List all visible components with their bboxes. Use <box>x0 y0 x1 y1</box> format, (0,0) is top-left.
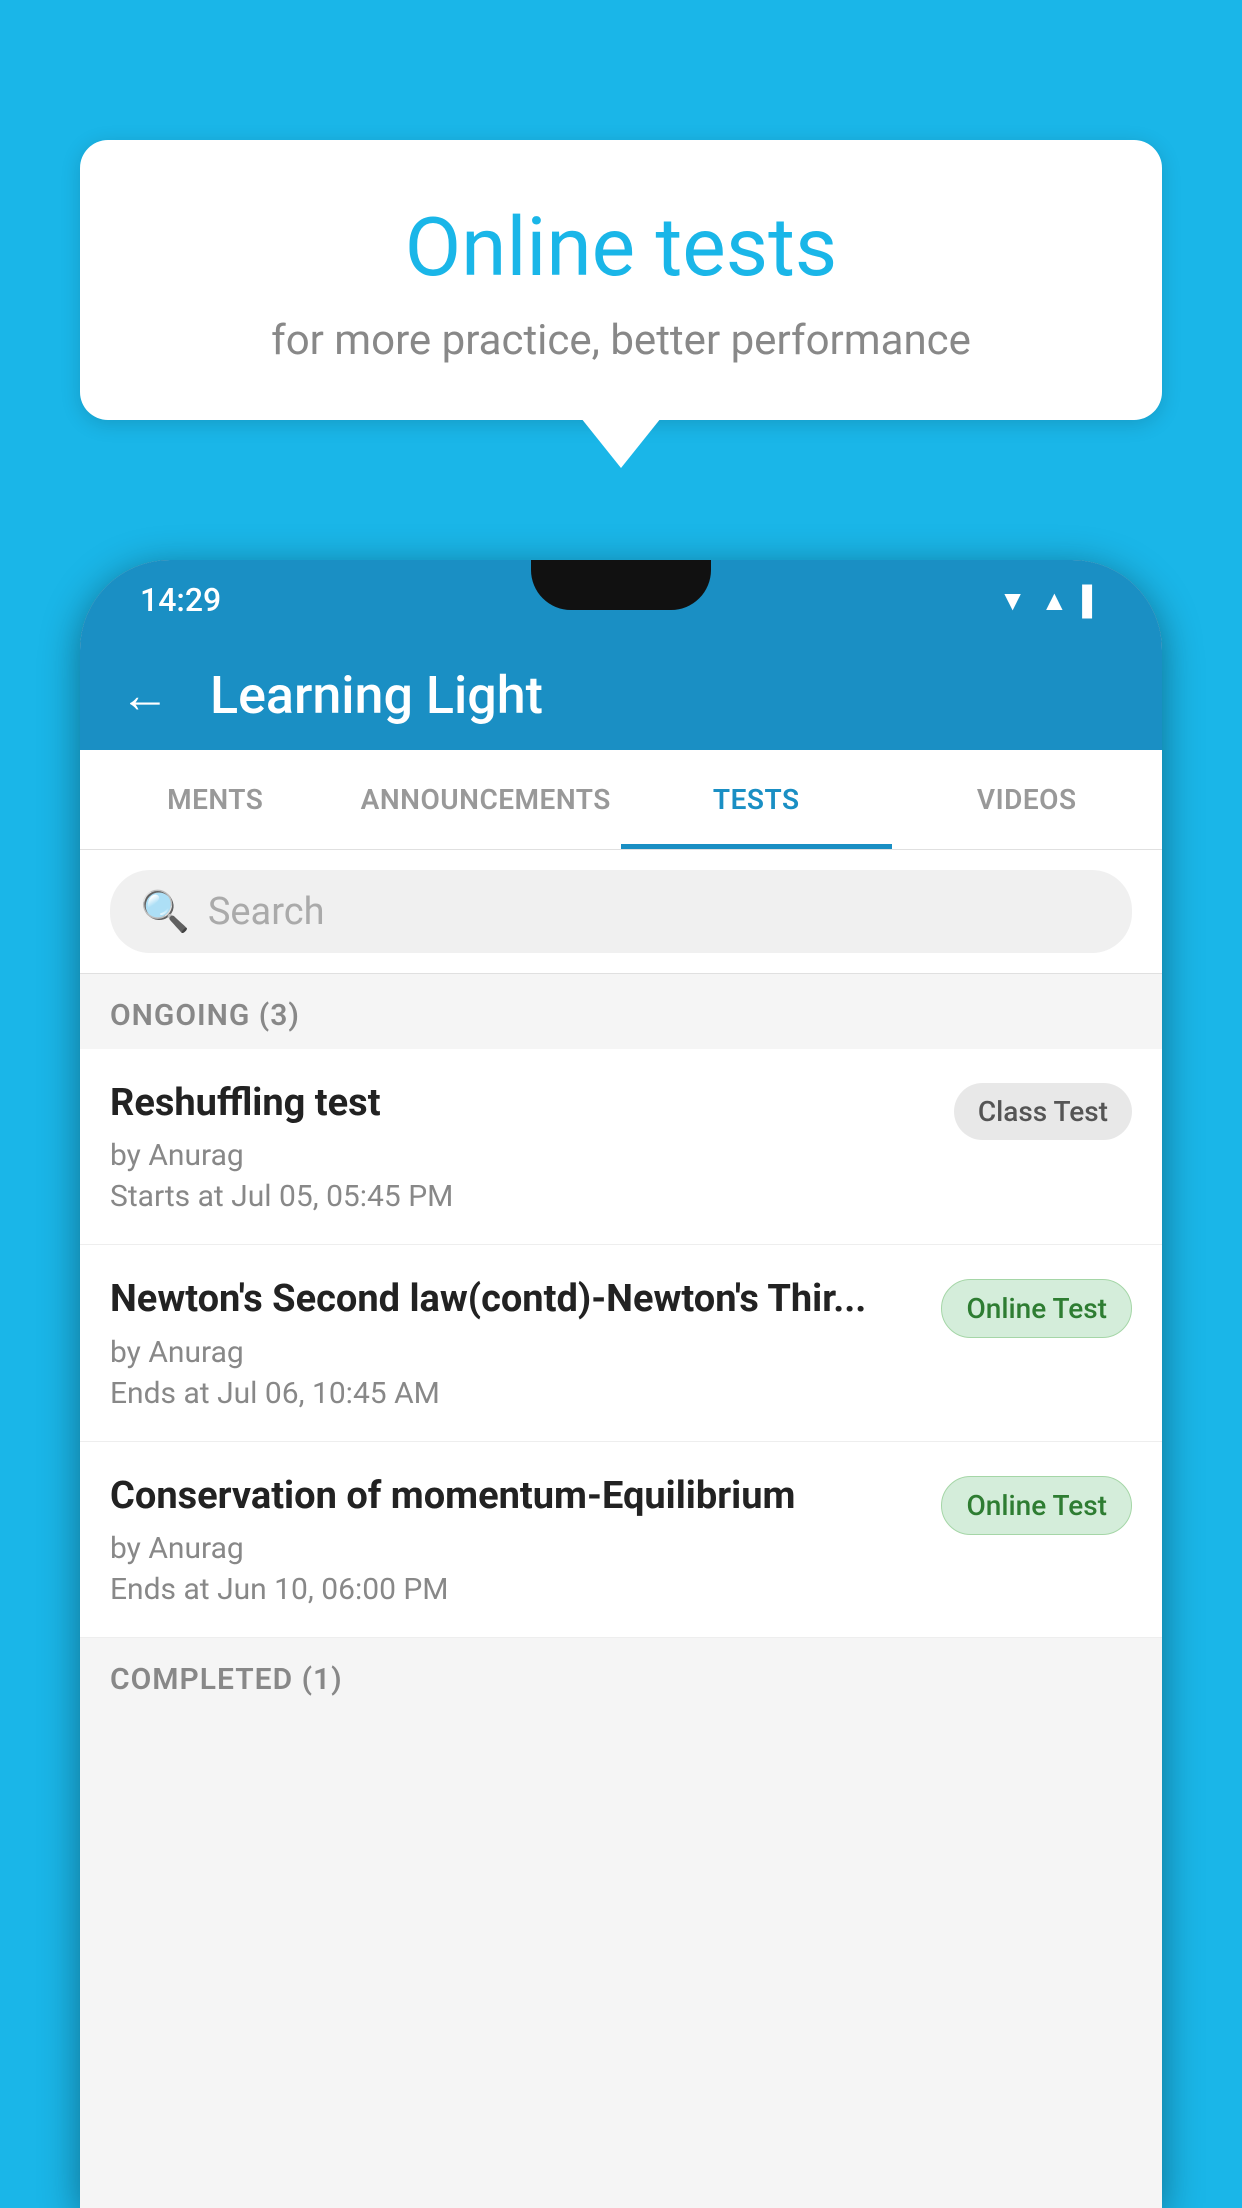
tab-videos[interactable]: VIDEOS <box>892 750 1163 849</box>
ongoing-label: ONGOING (3) <box>110 998 300 1033</box>
test-item-3[interactable]: Conservation of momentum-Equilibrium by … <box>80 1442 1162 1638</box>
completed-label: COMPLETED (1) <box>110 1662 343 1697</box>
phone-screen: 14:29 ▼ ▲ ▌ ← Learning Light MENTS ANNOU… <box>80 560 1162 2208</box>
bubble-title: Online tests <box>120 200 1122 296</box>
status-icons: ▼ ▲ ▌ <box>999 584 1102 617</box>
tab-tests[interactable]: TESTS <box>621 750 892 849</box>
search-container: 🔍 Search <box>80 850 1162 974</box>
test-info-3: Conservation of momentum-Equilibrium by … <box>110 1472 941 1607</box>
ongoing-section-header: ONGOING (3) <box>80 974 1162 1049</box>
tabs-bar: MENTS ANNOUNCEMENTS TESTS VIDEOS <box>80 750 1162 850</box>
speech-bubble: Online tests for more practice, better p… <box>80 140 1162 420</box>
test-by-3: by Anurag <box>110 1531 921 1566</box>
test-badge-3: Online Test <box>941 1476 1132 1535</box>
test-name-3: Conservation of momentum-Equilibrium <box>110 1472 921 1521</box>
status-time: 14:29 <box>140 581 221 619</box>
battery-icon: ▌ <box>1082 584 1102 617</box>
phone-notch <box>531 560 711 610</box>
test-name-1: Reshuffling test <box>110 1079 934 1128</box>
app-title: Learning Light <box>210 665 543 726</box>
wifi-icon: ▼ <box>999 584 1027 617</box>
test-badge-1: Class Test <box>954 1083 1132 1140</box>
test-time-3: Ends at Jun 10, 06:00 PM <box>110 1572 921 1607</box>
search-placeholder: Search <box>208 890 325 934</box>
bubble-subtitle: for more practice, better performance <box>120 316 1122 365</box>
test-item-1[interactable]: Reshuffling test by Anurag Starts at Jul… <box>80 1049 1162 1245</box>
signal-icon: ▲ <box>1040 584 1068 617</box>
app-content: 🔍 Search ONGOING (3) Reshuffling test by… <box>80 850 1162 2208</box>
test-time-2: Ends at Jul 06, 10:45 AM <box>110 1376 921 1411</box>
tab-announcements[interactable]: ANNOUNCEMENTS <box>351 750 622 849</box>
inner-phone: 14:29 ▼ ▲ ▌ ← Learning Light MENTS ANNOU… <box>80 560 1162 2208</box>
test-time-1: Starts at Jul 05, 05:45 PM <box>110 1179 934 1214</box>
status-bar: 14:29 ▼ ▲ ▌ <box>80 560 1162 640</box>
tab-ments[interactable]: MENTS <box>80 750 351 849</box>
test-name-2: Newton's Second law(contd)-Newton's Thir… <box>110 1275 921 1324</box>
search-input-wrapper[interactable]: 🔍 Search <box>110 870 1132 953</box>
app-header: ← Learning Light <box>80 640 1162 750</box>
phone-frame: 14:29 ▼ ▲ ▌ ← Learning Light MENTS ANNOU… <box>80 560 1162 2208</box>
test-by-2: by Anurag <box>110 1335 921 1370</box>
test-info-1: Reshuffling test by Anurag Starts at Jul… <box>110 1079 954 1214</box>
test-badge-2: Online Test <box>941 1279 1132 1338</box>
search-icon: 🔍 <box>140 888 190 935</box>
test-item-2[interactable]: Newton's Second law(contd)-Newton's Thir… <box>80 1245 1162 1441</box>
test-by-1: by Anurag <box>110 1138 934 1173</box>
test-info-2: Newton's Second law(contd)-Newton's Thir… <box>110 1275 941 1410</box>
completed-section-header: COMPLETED (1) <box>80 1638 1162 1713</box>
back-button[interactable]: ← <box>120 666 170 725</box>
